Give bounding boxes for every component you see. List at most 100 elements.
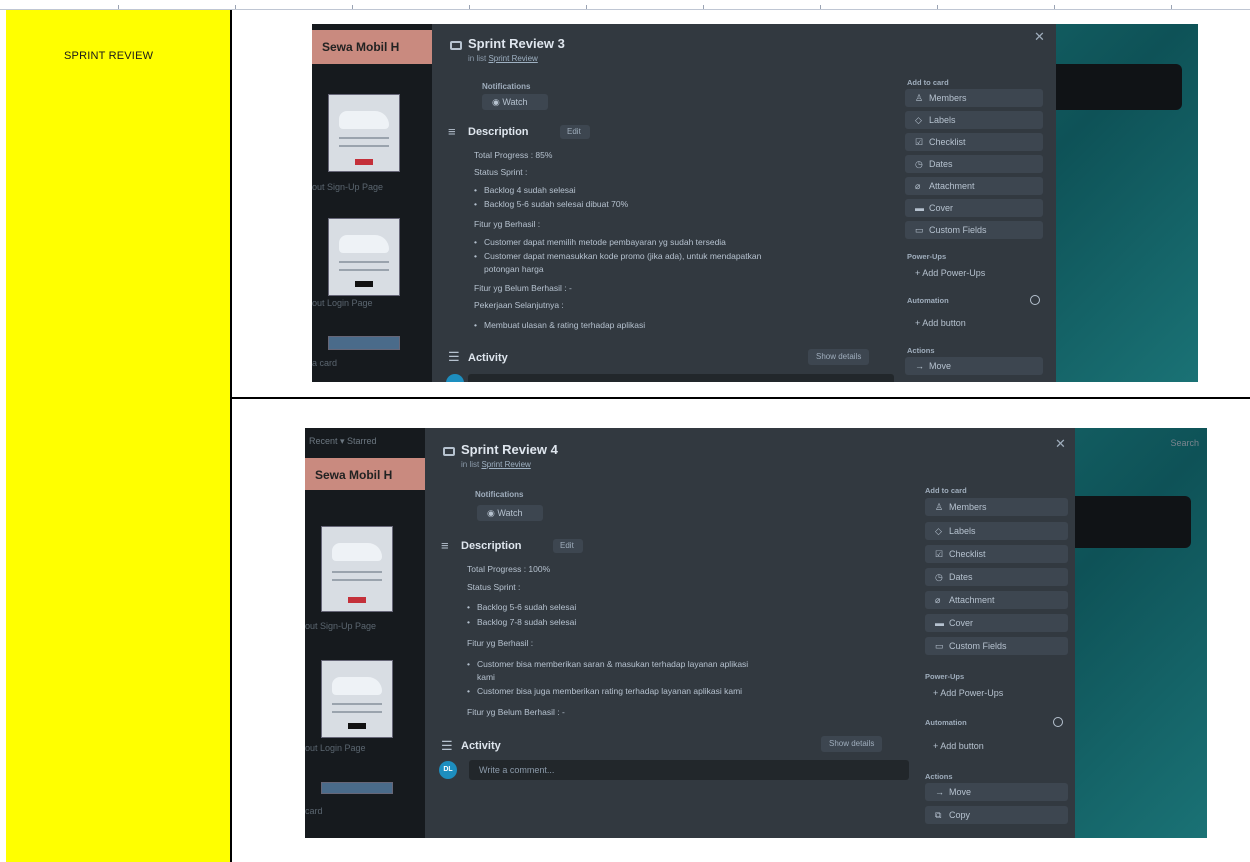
checklist-button[interactable]: ☑ Checklist [925,545,1068,563]
eye-icon: ◉ [487,508,498,518]
arrow-right-icon: → [915,361,924,371]
powerups-label: Power-Ups [907,252,947,261]
paperclip-icon: ⌀ [935,595,941,605]
list-link[interactable]: Sprint Review [488,54,537,63]
show-details-button[interactable]: Show details [821,736,883,752]
close-icon[interactable]: ✕ [1034,29,1045,45]
actions-label: Actions [907,346,935,355]
info-icon[interactable] [1053,717,1063,727]
eye-icon: ◉ [492,97,503,107]
custom-fields-button[interactable]: ▭ Custom Fields [925,637,1068,655]
add-card-link[interactable]: a card [312,358,337,368]
avatar [446,374,464,382]
dates-button[interactable]: ◷ Dates [925,568,1068,586]
custom-fields-button[interactable]: ▭ Custom Fields [905,221,1043,239]
search-box[interactable]: Search [1170,438,1199,448]
tag-icon: ◇ [935,526,942,536]
list-card-title[interactable]: out Sign-Up Page [312,182,383,192]
list-card-title[interactable]: out Login Page [305,743,366,753]
document-ruler [0,0,1250,10]
add-powerups-button[interactable]: + Add Power-Ups [915,268,985,278]
move-button[interactable]: → Move [925,783,1068,801]
list-item: Customer dapat memasukkan kode promo (ji… [474,251,761,261]
card-detail-modal: Sprint Review 3 in list Sprint Review ✕ … [432,24,1056,382]
top-nav-text[interactable]: Recent ▾ Starred [309,436,377,447]
list-card-title[interactable]: out Sign-Up Page [305,621,376,631]
copy-icon: ⧉ [935,810,942,820]
show-details-button[interactable]: Show details [808,349,870,365]
comment-input[interactable] [468,374,894,382]
attachment-button[interactable]: ⌀ Attachment [905,177,1043,195]
labels-button[interactable]: ◇ Labels [925,522,1068,540]
checklist-button[interactable]: ☑ Checklist [905,133,1043,151]
watch-button[interactable]: ◉ Watch [477,505,543,521]
dates-button[interactable]: ◷ Dates [905,155,1043,173]
card-thumbnail-login[interactable] [328,218,400,296]
clock-icon: ◷ [935,572,943,582]
move-button[interactable]: → Move [905,357,1043,375]
add-powerups-button[interactable]: + Add Power-Ups [933,688,1003,698]
card-thumbnail[interactable] [328,336,400,350]
description-line: Total Progress : 100% [467,564,551,574]
add-button-button[interactable]: + Add button [933,741,984,751]
watch-button[interactable]: ◉ Watch [482,94,548,110]
cover-icon: ▬ [935,618,944,628]
description-icon: ≡ [441,538,449,553]
list-card-title[interactable]: out Login Page [312,298,373,308]
activity-heading: Activity [461,740,501,752]
person-icon: ♙ [915,93,924,103]
cover-button[interactable]: ▬ Cover [925,614,1068,632]
copy-button[interactable]: ⧉ Copy [925,806,1068,824]
list-item: Customer dapat memilih metode pembayaran… [474,237,726,247]
description-line: Fitur yg Belum Berhasil : - [474,283,572,293]
comment-input[interactable]: Write a comment... [469,760,909,780]
cover-icon: ▬ [915,203,924,213]
members-button[interactable]: ♙ Members [925,498,1068,516]
card-list-info: in list Sprint Review [461,460,531,469]
screenshot-sprint-review-3: Sewa Mobil H out Sign-Up Page out Login … [312,24,1198,382]
card-detail-modal: Sprint Review 4 in list Sprint Review ✕ … [425,428,1075,838]
add-to-card-label: Add to card [925,486,967,495]
arrow-right-icon: → [935,787,944,797]
list-item: Membuat ulasan & rating terhadap aplikas… [474,320,645,330]
card-icon [443,447,455,456]
section-label-cell: SPRINT REVIEW [6,10,232,862]
card-thumbnail[interactable] [321,782,393,794]
cover-button[interactable]: ▬ Cover [905,199,1043,217]
list-item: Backlog 7-8 sudah selesai [467,617,576,627]
card-thumbnail-login[interactable] [321,660,393,738]
attachment-button[interactable]: ⌀ Attachment [925,591,1068,609]
card-thumbnail-signup[interactable] [328,94,400,172]
members-button[interactable]: ♙ Members [905,89,1043,107]
list-item-continuation: kami [477,672,495,682]
card-icon [450,41,462,50]
list-link[interactable]: Sprint Review [481,460,530,469]
paperclip-icon: ⌀ [915,181,921,191]
edit-description-button[interactable]: Edit [560,125,590,139]
add-button-button[interactable]: + Add button [915,318,966,328]
labels-button[interactable]: ◇ Labels [905,111,1043,129]
list-item: Backlog 5-6 sudah selesai dibuat 70% [474,199,628,209]
activity-heading: Activity [468,352,508,364]
close-icon[interactable]: ✕ [1055,436,1066,452]
activity-icon: ☰ [448,349,460,364]
info-icon[interactable] [1030,295,1040,305]
card-title[interactable]: Sprint Review 4 [461,442,558,457]
clock-icon: ◷ [915,159,923,169]
description-line: Total Progress : 85% [474,150,553,160]
checklist-icon: ☑ [935,549,944,559]
list-card[interactable] [1044,64,1182,110]
person-icon: ♙ [935,502,944,512]
card-list-info: in list Sprint Review [468,54,538,63]
add-card-link[interactable]: card [305,806,323,816]
notifications-label: Notifications [482,82,531,91]
description-icon: ≡ [448,124,456,139]
card-thumbnail-signup[interactable] [321,526,393,612]
card-title[interactable]: Sprint Review 3 [468,36,565,51]
description-line: Status Sprint : [474,167,528,177]
edit-description-button[interactable]: Edit [553,539,583,553]
description-line: Pekerjaan Selanjutnya : [474,300,564,310]
automation-label: Automation [925,718,967,727]
custom-fields-icon: ▭ [935,641,944,651]
powerups-label: Power-Ups [925,672,965,681]
